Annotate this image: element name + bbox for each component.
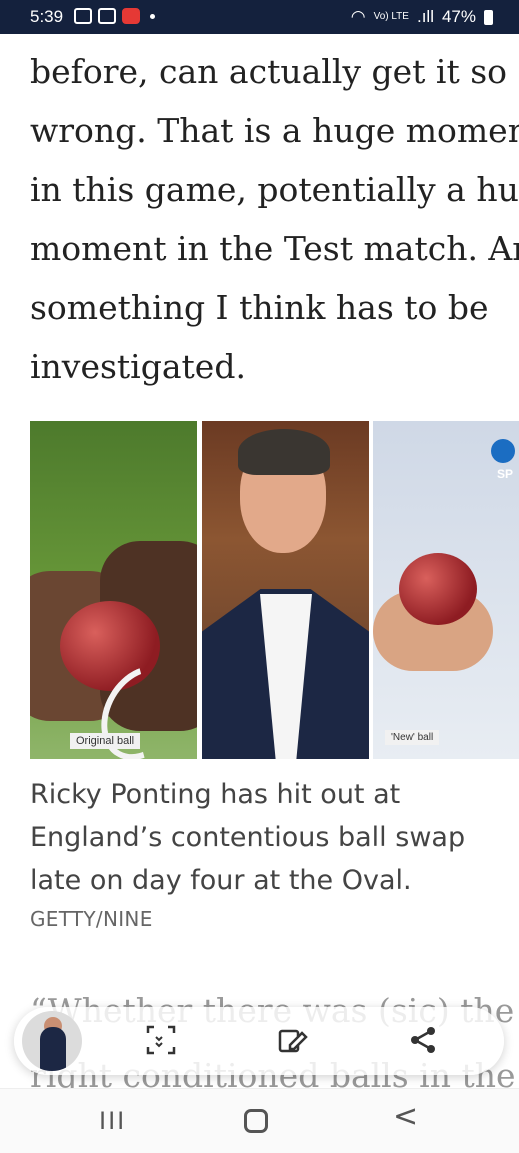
paragraph-line: wrong. That is a huge moment [30,111,519,150]
thumbnail-body [40,1027,66,1071]
home-button[interactable] [244,1109,268,1133]
status-time: 5:39 [30,7,64,26]
battery-percent: 47% [441,7,476,26]
paragraph-line: before, can actually get it so [30,52,508,91]
gallery-icon [74,8,92,24]
wifi-icon: ◠ [350,7,366,26]
caption-line: England’s contentious ball swap [30,822,466,853]
original-ball-label: Original ball [70,733,141,749]
app-notification-icon [122,8,140,24]
caption-line: late on day four at the Oval. [30,865,412,896]
notification-icons [74,8,155,24]
floating-toolbar [14,1007,504,1075]
battery-icon [484,9,493,25]
status-right: ◠ Vo) LTE .ıll 47% [351,7,493,27]
screenshot-thumbnail[interactable] [22,1011,82,1071]
more-notifications-icon [150,13,155,19]
share-icon[interactable] [406,1023,440,1057]
new-ball-photo[interactable]: SP 'New' ball [373,421,519,759]
hair-shape [238,429,330,475]
paragraph-line: in this game, potentially a hug [30,170,519,209]
ponting-photo[interactable] [202,421,369,759]
status-bar: 5:39 ◠ Vo) LTE .ıll 47% [0,0,519,34]
paragraph-line: something I think has to be [30,288,489,327]
mail-icon [98,8,116,24]
broadcaster-logo-icon [491,439,515,463]
scan-icon[interactable] [144,1023,178,1057]
image-caption: Ricky Ponting has hit out at England’s c… [30,773,510,902]
caption-line: Ricky Ponting has hit out at [30,779,401,810]
article-paragraph: before, can actually get it so wrong. Th… [30,42,519,396]
system-navigation-bar: III < [0,1088,519,1153]
edit-icon[interactable] [276,1023,310,1057]
cricket-ball [399,553,477,625]
signal-icon: .ıll [416,7,434,26]
paragraph-line: investigated. [30,347,246,386]
paragraph-line: moment in the Test match. An [30,229,519,268]
new-ball-label: 'New' ball [385,730,440,745]
image-credit: GETTY/NINE [30,907,153,931]
broadcaster-logo-text: SP [496,467,513,481]
lte-indicator: Vo) LTE [373,11,409,22]
back-button[interactable]: < [393,1099,418,1134]
original-ball-photo[interactable]: Original ball [30,421,197,759]
recents-button[interactable]: III [99,1107,126,1135]
